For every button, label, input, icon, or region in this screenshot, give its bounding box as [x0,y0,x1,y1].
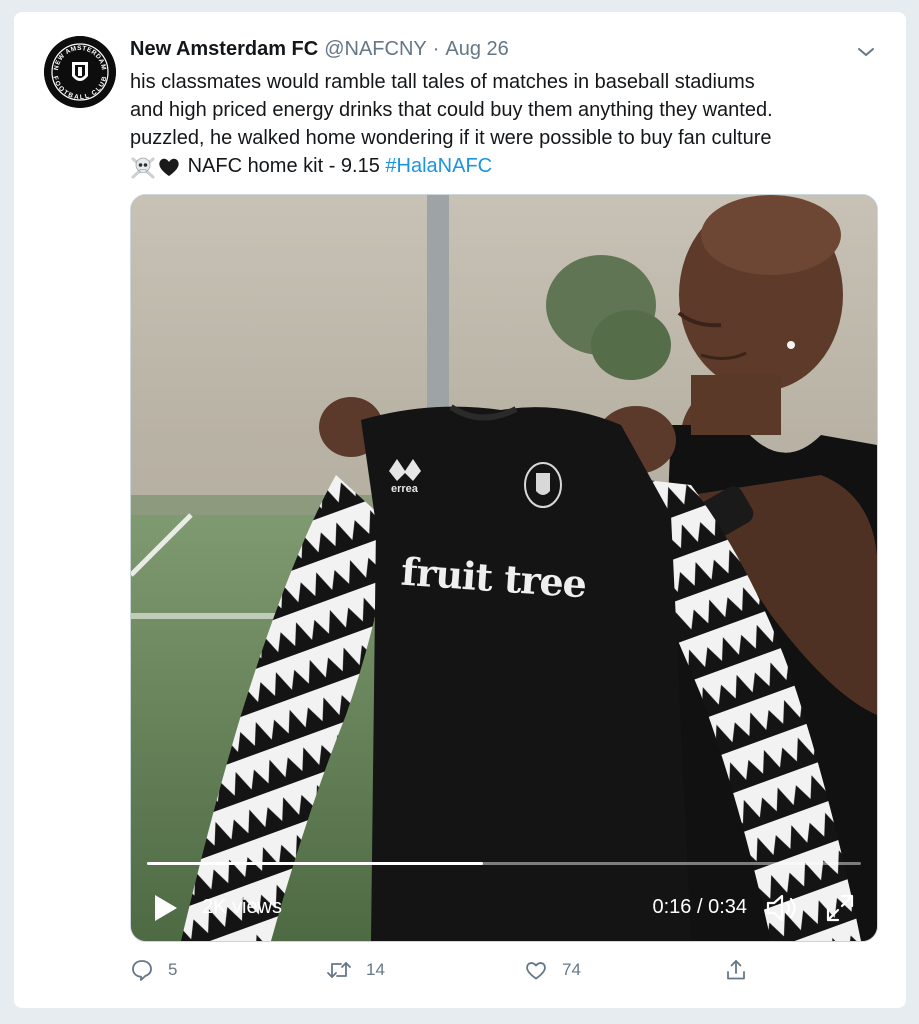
skull-crossbones-icon [131,157,155,179]
share-button[interactable] [724,956,748,984]
video-progress-bar[interactable] [147,862,861,865]
tweet-text: his classmates would ramble tall tales o… [130,68,890,180]
reply-icon [132,960,152,981]
fullscreen-button[interactable] [825,893,855,923]
play-icon [155,895,177,921]
like-button[interactable]: 74 [524,956,581,984]
header-separator: · [432,38,440,60]
like-count: 74 [562,960,581,979]
tweet-text-content: NAFC home kit - 9.15 [187,155,380,177]
retweet-icon [327,962,351,978]
speaker-icon [766,894,796,922]
author-name[interactable]: New Amsterdam FC [130,38,318,61]
volume-button[interactable] [765,893,799,923]
tweet-text-line: his classmates would ramble tall tales o… [130,71,755,93]
more-options-button[interactable] [854,42,878,62]
hashtag-link[interactable]: #HalaNAFC [385,155,492,177]
retweet-button[interactable]: 14 [326,956,385,984]
expand-icon [826,894,854,922]
tweet-header: New Amsterdam FC @NAFCNY · Aug 26 [130,38,509,64]
club-crest-logo: NEW AMSTERDAM FOOTBALL CLUB [44,36,116,108]
heart-icon [526,962,546,980]
video-timecode: 0:16 / 0:34 [652,896,747,918]
shirt-brand-text: errea [391,483,418,495]
tweet-card: NEW AMSTERDAM FOOTBALL CLUB New Amsterda… [14,12,906,1008]
play-button[interactable] [153,893,179,923]
tweet-date[interactable]: Aug 26 [445,38,508,61]
video-player[interactable]: fruit tree errea 2K views 0:16 / 0:34 [130,194,878,942]
black-heart-icon [159,158,179,176]
author-handle[interactable]: @NAFCNY [324,38,427,61]
tweet-actions: 5 14 74 [130,956,890,988]
share-icon [727,960,745,980]
tweet-text-last-line: NAFC home kit - 9.15 #HalaNAFC [130,152,890,180]
avatar[interactable]: NEW AMSTERDAM FOOTBALL CLUB [44,36,116,108]
tweet-text-line: and high priced energy drinks that could… [130,99,773,121]
video-progress-fill [147,862,483,865]
retweet-count: 14 [366,960,385,979]
chevron-down-icon [858,48,874,56]
reply-button[interactable]: 5 [130,956,177,984]
reply-count: 5 [168,960,178,979]
view-count: 2K views [202,896,283,918]
tweet-text-line: puzzled, he walked home wondering if it … [130,127,772,149]
